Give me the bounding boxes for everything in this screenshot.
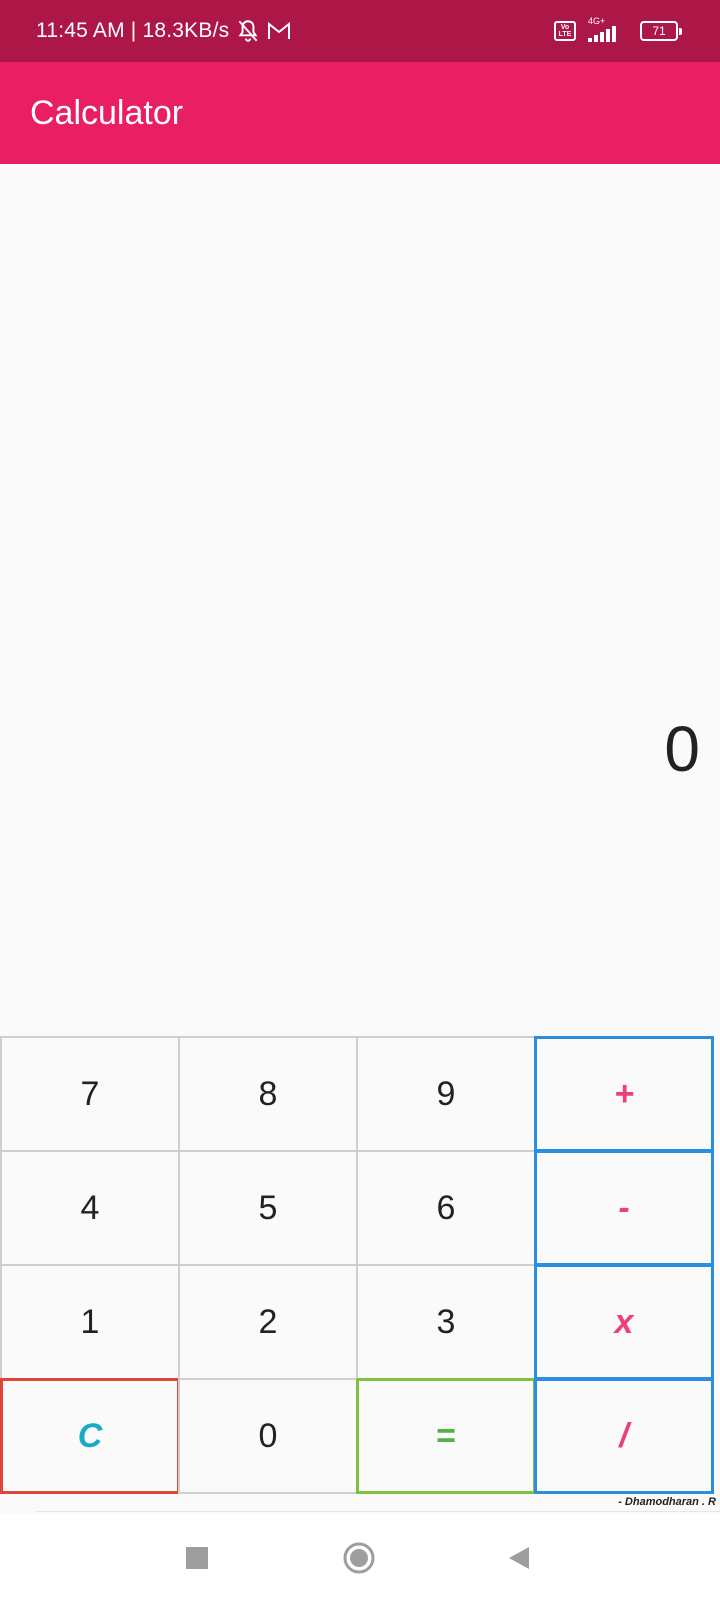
footer-divider: [36, 1511, 720, 1512]
keypad: 7 8 9 + 4 5 6 - 1 2 3 x C 0 = /: [0, 1036, 720, 1500]
key-8[interactable]: 8: [178, 1036, 358, 1152]
signal-bars: [588, 26, 616, 42]
key-add[interactable]: +: [534, 1036, 714, 1152]
battery-icon: 71: [640, 21, 682, 41]
key-3[interactable]: 3: [356, 1264, 536, 1380]
volte-top-text: Vo: [560, 24, 570, 31]
key-9[interactable]: 9: [356, 1036, 536, 1152]
volte-icon: Vo LTE: [554, 21, 576, 41]
key-divide[interactable]: /: [534, 1378, 714, 1494]
key-clear[interactable]: C: [0, 1378, 180, 1494]
key-0[interactable]: 0: [178, 1378, 358, 1494]
author-credit: - Dhamodharan . R: [618, 1496, 716, 1508]
gmail-icon: [267, 21, 291, 41]
bell-off-icon: [235, 18, 261, 44]
nav-bar: [0, 1514, 720, 1600]
key-7[interactable]: 7: [0, 1036, 180, 1152]
volte-bottom-text: LTE: [558, 31, 572, 38]
result-display: 0: [664, 713, 700, 785]
key-5[interactable]: 5: [178, 1150, 358, 1266]
status-time: 11:45 AM | 18.3KB/s: [36, 19, 230, 42]
key-1[interactable]: 1: [0, 1264, 180, 1380]
key-4[interactable]: 4: [0, 1150, 180, 1266]
home-circle-icon[interactable]: [343, 1542, 375, 1574]
key-6[interactable]: 6: [356, 1150, 536, 1266]
app-bar: Calculator: [0, 62, 720, 164]
display-area: 0: [0, 164, 720, 1036]
key-equals[interactable]: =: [356, 1378, 536, 1494]
recents-square-icon[interactable]: [181, 1542, 213, 1574]
back-triangle-icon[interactable]: [504, 1542, 536, 1574]
battery-level: 71: [652, 24, 666, 38]
app-title: Calculator: [30, 94, 184, 132]
status-bar: 11:45 AM | 18.3KB/s Vo LTE 4G+ 71: [0, 0, 720, 62]
status-right: Vo LTE 4G+ 71: [554, 0, 682, 62]
signal-icon: 4G+: [584, 16, 632, 44]
network-type: 4G+: [588, 16, 606, 26]
key-subtract[interactable]: -: [534, 1150, 714, 1266]
key-2[interactable]: 2: [178, 1264, 358, 1380]
status-left: 11:45 AM | 18.3KB/s: [36, 0, 291, 62]
key-multiply[interactable]: x: [534, 1264, 714, 1380]
